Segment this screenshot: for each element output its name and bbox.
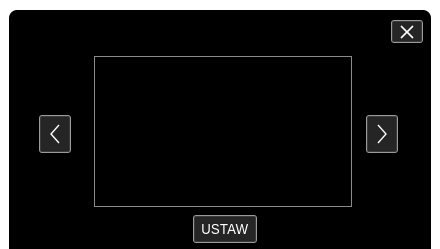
set-button-label: USTAW xyxy=(201,220,249,238)
next-button[interactable] xyxy=(366,115,398,153)
camera-screen: USTAW xyxy=(9,10,431,249)
close-icon xyxy=(400,24,414,39)
previous-button[interactable] xyxy=(39,115,71,153)
set-button[interactable]: USTAW xyxy=(193,215,257,243)
preview-frame xyxy=(94,56,352,207)
chevron-right-icon xyxy=(376,124,388,144)
close-button[interactable] xyxy=(391,20,423,43)
chevron-left-icon xyxy=(49,124,61,144)
